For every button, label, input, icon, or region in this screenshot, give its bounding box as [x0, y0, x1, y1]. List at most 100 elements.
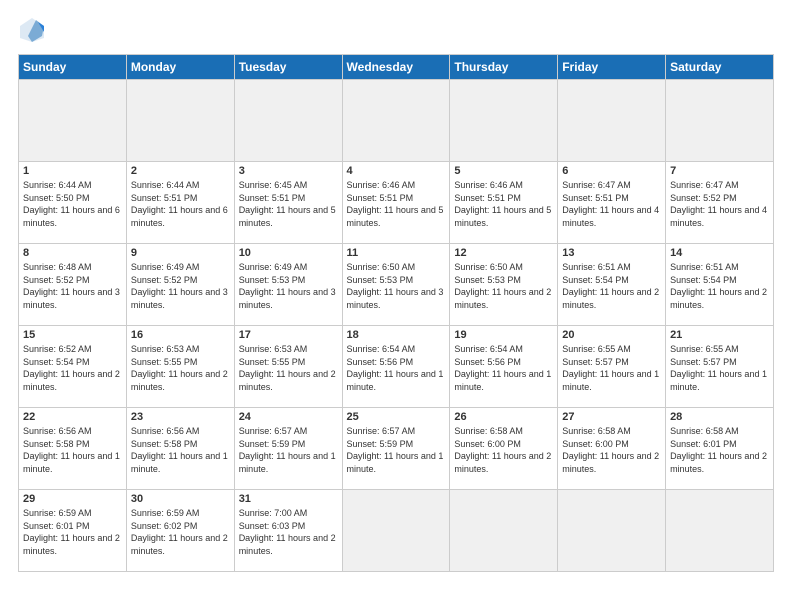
calendar-week-2: 8 Sunrise: 6:48 AM Sunset: 5:52 PM Dayli…: [19, 244, 774, 326]
calendar-table: SundayMondayTuesdayWednesdayThursdayFrid…: [18, 54, 774, 572]
day-number: 3: [239, 165, 338, 177]
calendar-cell: 25 Sunrise: 6:57 AM Sunset: 5:59 PM Dayl…: [342, 408, 450, 490]
day-number: 22: [23, 411, 122, 423]
calendar-cell: [342, 80, 450, 162]
day-info: Sunrise: 6:49 AM Sunset: 5:53 PM Dayligh…: [239, 261, 338, 311]
calendar-cell: 16 Sunrise: 6:53 AM Sunset: 5:55 PM Dayl…: [126, 326, 234, 408]
calendar-cell: [666, 80, 774, 162]
day-number: 12: [454, 247, 553, 259]
day-info: Sunrise: 6:58 AM Sunset: 6:00 PM Dayligh…: [454, 425, 553, 475]
day-info: Sunrise: 6:54 AM Sunset: 5:56 PM Dayligh…: [347, 343, 446, 393]
day-number: 5: [454, 165, 553, 177]
calendar-cell: [19, 80, 127, 162]
day-info: Sunrise: 6:46 AM Sunset: 5:51 PM Dayligh…: [454, 179, 553, 229]
day-number: 1: [23, 165, 122, 177]
day-info: Sunrise: 6:47 AM Sunset: 5:52 PM Dayligh…: [670, 179, 769, 229]
page: SundayMondayTuesdayWednesdayThursdayFrid…: [0, 0, 792, 612]
day-info: Sunrise: 6:44 AM Sunset: 5:51 PM Dayligh…: [131, 179, 230, 229]
day-info: Sunrise: 6:56 AM Sunset: 5:58 PM Dayligh…: [23, 425, 122, 475]
calendar-cell: 23 Sunrise: 6:56 AM Sunset: 5:58 PM Dayl…: [126, 408, 234, 490]
calendar-cell: 2 Sunrise: 6:44 AM Sunset: 5:51 PM Dayli…: [126, 162, 234, 244]
calendar-cell: 26 Sunrise: 6:58 AM Sunset: 6:00 PM Dayl…: [450, 408, 558, 490]
day-number: 8: [23, 247, 122, 259]
day-number: 24: [239, 411, 338, 423]
day-info: Sunrise: 6:58 AM Sunset: 6:01 PM Dayligh…: [670, 425, 769, 475]
day-number: 14: [670, 247, 769, 259]
day-info: Sunrise: 6:50 AM Sunset: 5:53 PM Dayligh…: [454, 261, 553, 311]
day-info: Sunrise: 6:55 AM Sunset: 5:57 PM Dayligh…: [670, 343, 769, 393]
day-number: 20: [562, 329, 661, 341]
day-number: 2: [131, 165, 230, 177]
calendar-week-1: 1 Sunrise: 6:44 AM Sunset: 5:50 PM Dayli…: [19, 162, 774, 244]
calendar-cell: [666, 490, 774, 572]
calendar-cell: 9 Sunrise: 6:49 AM Sunset: 5:52 PM Dayli…: [126, 244, 234, 326]
day-info: Sunrise: 6:44 AM Sunset: 5:50 PM Dayligh…: [23, 179, 122, 229]
calendar-cell: 3 Sunrise: 6:45 AM Sunset: 5:51 PM Dayli…: [234, 162, 342, 244]
calendar-cell: 19 Sunrise: 6:54 AM Sunset: 5:56 PM Dayl…: [450, 326, 558, 408]
day-number: 17: [239, 329, 338, 341]
day-number: 31: [239, 493, 338, 505]
calendar-week-4: 22 Sunrise: 6:56 AM Sunset: 5:58 PM Dayl…: [19, 408, 774, 490]
day-number: 16: [131, 329, 230, 341]
col-header-friday: Friday: [558, 55, 666, 80]
day-info: Sunrise: 6:52 AM Sunset: 5:54 PM Dayligh…: [23, 343, 122, 393]
day-number: 30: [131, 493, 230, 505]
col-header-monday: Monday: [126, 55, 234, 80]
day-info: Sunrise: 6:48 AM Sunset: 5:52 PM Dayligh…: [23, 261, 122, 311]
calendar-cell: 27 Sunrise: 6:58 AM Sunset: 6:00 PM Dayl…: [558, 408, 666, 490]
calendar-cell: 6 Sunrise: 6:47 AM Sunset: 5:51 PM Dayli…: [558, 162, 666, 244]
col-header-thursday: Thursday: [450, 55, 558, 80]
day-number: 10: [239, 247, 338, 259]
day-number: 27: [562, 411, 661, 423]
calendar-cell: 10 Sunrise: 6:49 AM Sunset: 5:53 PM Dayl…: [234, 244, 342, 326]
calendar-cell: [450, 80, 558, 162]
calendar-week-0: [19, 80, 774, 162]
day-info: Sunrise: 6:59 AM Sunset: 6:01 PM Dayligh…: [23, 507, 122, 557]
day-info: Sunrise: 6:56 AM Sunset: 5:58 PM Dayligh…: [131, 425, 230, 475]
day-info: Sunrise: 6:46 AM Sunset: 5:51 PM Dayligh…: [347, 179, 446, 229]
logo-icon: [18, 16, 46, 44]
calendar-cell: 14 Sunrise: 6:51 AM Sunset: 5:54 PM Dayl…: [666, 244, 774, 326]
calendar-cell: 15 Sunrise: 6:52 AM Sunset: 5:54 PM Dayl…: [19, 326, 127, 408]
day-number: 26: [454, 411, 553, 423]
day-number: 7: [670, 165, 769, 177]
calendar-cell: 5 Sunrise: 6:46 AM Sunset: 5:51 PM Dayli…: [450, 162, 558, 244]
calendar-cell: 24 Sunrise: 6:57 AM Sunset: 5:59 PM Dayl…: [234, 408, 342, 490]
calendar-week-3: 15 Sunrise: 6:52 AM Sunset: 5:54 PM Dayl…: [19, 326, 774, 408]
calendar-cell: 20 Sunrise: 6:55 AM Sunset: 5:57 PM Dayl…: [558, 326, 666, 408]
calendar-cell: 4 Sunrise: 6:46 AM Sunset: 5:51 PM Dayli…: [342, 162, 450, 244]
day-info: Sunrise: 6:50 AM Sunset: 5:53 PM Dayligh…: [347, 261, 446, 311]
calendar-week-5: 29 Sunrise: 6:59 AM Sunset: 6:01 PM Dayl…: [19, 490, 774, 572]
calendar-cell: 7 Sunrise: 6:47 AM Sunset: 5:52 PM Dayli…: [666, 162, 774, 244]
day-number: 21: [670, 329, 769, 341]
calendar-cell: [234, 80, 342, 162]
day-number: 18: [347, 329, 446, 341]
calendar-cell: 1 Sunrise: 6:44 AM Sunset: 5:50 PM Dayli…: [19, 162, 127, 244]
day-info: Sunrise: 6:51 AM Sunset: 5:54 PM Dayligh…: [562, 261, 661, 311]
day-info: Sunrise: 6:47 AM Sunset: 5:51 PM Dayligh…: [562, 179, 661, 229]
day-number: 23: [131, 411, 230, 423]
day-number: 25: [347, 411, 446, 423]
header: [18, 16, 774, 44]
calendar-cell: 13 Sunrise: 6:51 AM Sunset: 5:54 PM Dayl…: [558, 244, 666, 326]
calendar-cell: 18 Sunrise: 6:54 AM Sunset: 5:56 PM Dayl…: [342, 326, 450, 408]
calendar-cell: [450, 490, 558, 572]
day-number: 6: [562, 165, 661, 177]
col-header-tuesday: Tuesday: [234, 55, 342, 80]
day-info: Sunrise: 6:45 AM Sunset: 5:51 PM Dayligh…: [239, 179, 338, 229]
day-number: 15: [23, 329, 122, 341]
calendar-cell: [126, 80, 234, 162]
col-header-saturday: Saturday: [666, 55, 774, 80]
col-header-wednesday: Wednesday: [342, 55, 450, 80]
calendar-cell: 31 Sunrise: 7:00 AM Sunset: 6:03 PM Dayl…: [234, 490, 342, 572]
calendar-cell: 22 Sunrise: 6:56 AM Sunset: 5:58 PM Dayl…: [19, 408, 127, 490]
day-info: Sunrise: 6:49 AM Sunset: 5:52 PM Dayligh…: [131, 261, 230, 311]
calendar-cell: 12 Sunrise: 6:50 AM Sunset: 5:53 PM Dayl…: [450, 244, 558, 326]
day-number: 19: [454, 329, 553, 341]
day-info: Sunrise: 6:59 AM Sunset: 6:02 PM Dayligh…: [131, 507, 230, 557]
calendar-cell: 8 Sunrise: 6:48 AM Sunset: 5:52 PM Dayli…: [19, 244, 127, 326]
day-info: Sunrise: 6:57 AM Sunset: 5:59 PM Dayligh…: [347, 425, 446, 475]
logo: [18, 16, 50, 44]
day-info: Sunrise: 6:53 AM Sunset: 5:55 PM Dayligh…: [131, 343, 230, 393]
day-info: Sunrise: 6:57 AM Sunset: 5:59 PM Dayligh…: [239, 425, 338, 475]
